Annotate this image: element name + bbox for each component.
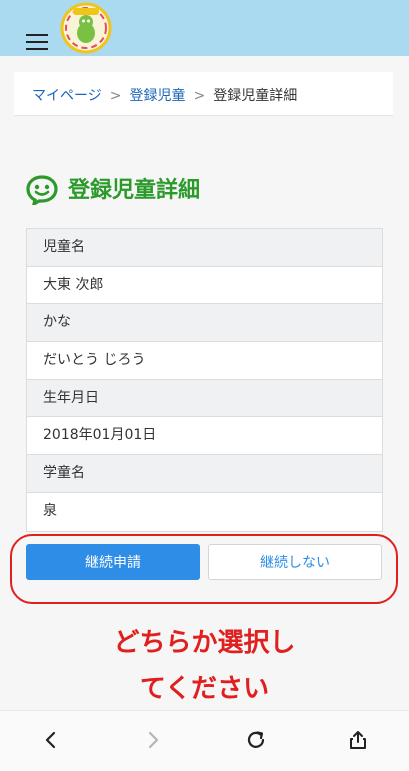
detail-value-name: 大東 次郎 [27, 267, 382, 305]
instruction-line-1: どちらか選択し [113, 628, 296, 658]
breadcrumb-link-mypage[interactable]: マイページ [32, 88, 102, 104]
breadcrumb-link-registered-children[interactable]: 登録児童 [129, 88, 185, 104]
detail-label-school: 学童名 [27, 455, 382, 493]
share-button[interactable] [343, 725, 373, 755]
detail-label-birthdate: 生年月日 [27, 379, 382, 418]
child-detail-table: 児童名 大東 次郎 かな だいとう じろう 生年月日 2018年01月01日 学… [26, 228, 383, 532]
chevron-left-icon [45, 731, 56, 749]
do-not-continue-button[interactable]: 継続しない [208, 544, 382, 580]
page-title: 登録児童詳細 [68, 178, 201, 203]
detail-value-kana: だいとう じろう [27, 342, 382, 380]
app-header [0, 0, 409, 56]
app-logo[interactable] [60, 2, 112, 54]
back-button[interactable] [36, 725, 66, 755]
browser-toolbar [0, 710, 409, 771]
detail-label-name: 児童名 [27, 229, 382, 267]
share-icon [350, 731, 366, 749]
reload-icon [247, 731, 265, 748]
breadcrumb-separator: > [193, 88, 206, 104]
instruction-line-2: てください [139, 674, 270, 704]
forward-button[interactable] [138, 725, 168, 755]
hamburger-menu-icon[interactable] [26, 34, 48, 50]
detail-value-school: 泉 [43, 502, 57, 519]
reload-button[interactable] [241, 725, 271, 755]
instruction-annotation: どちらか選択し てください [0, 620, 409, 712]
chevron-right-icon [148, 731, 159, 749]
detail-label-kana: かな [27, 304, 382, 343]
continue-application-button[interactable]: 継続申請 [26, 544, 200, 580]
breadcrumb-current: 登録児童詳細 [213, 88, 298, 104]
breadcrumb-separator: > [109, 88, 122, 104]
detail-value-birthdate: 2018年01月01日 [27, 417, 382, 456]
breadcrumb: マイページ > 登録児童 > 登録児童詳細 [14, 72, 393, 116]
smile-chat-icon [26, 175, 58, 205]
